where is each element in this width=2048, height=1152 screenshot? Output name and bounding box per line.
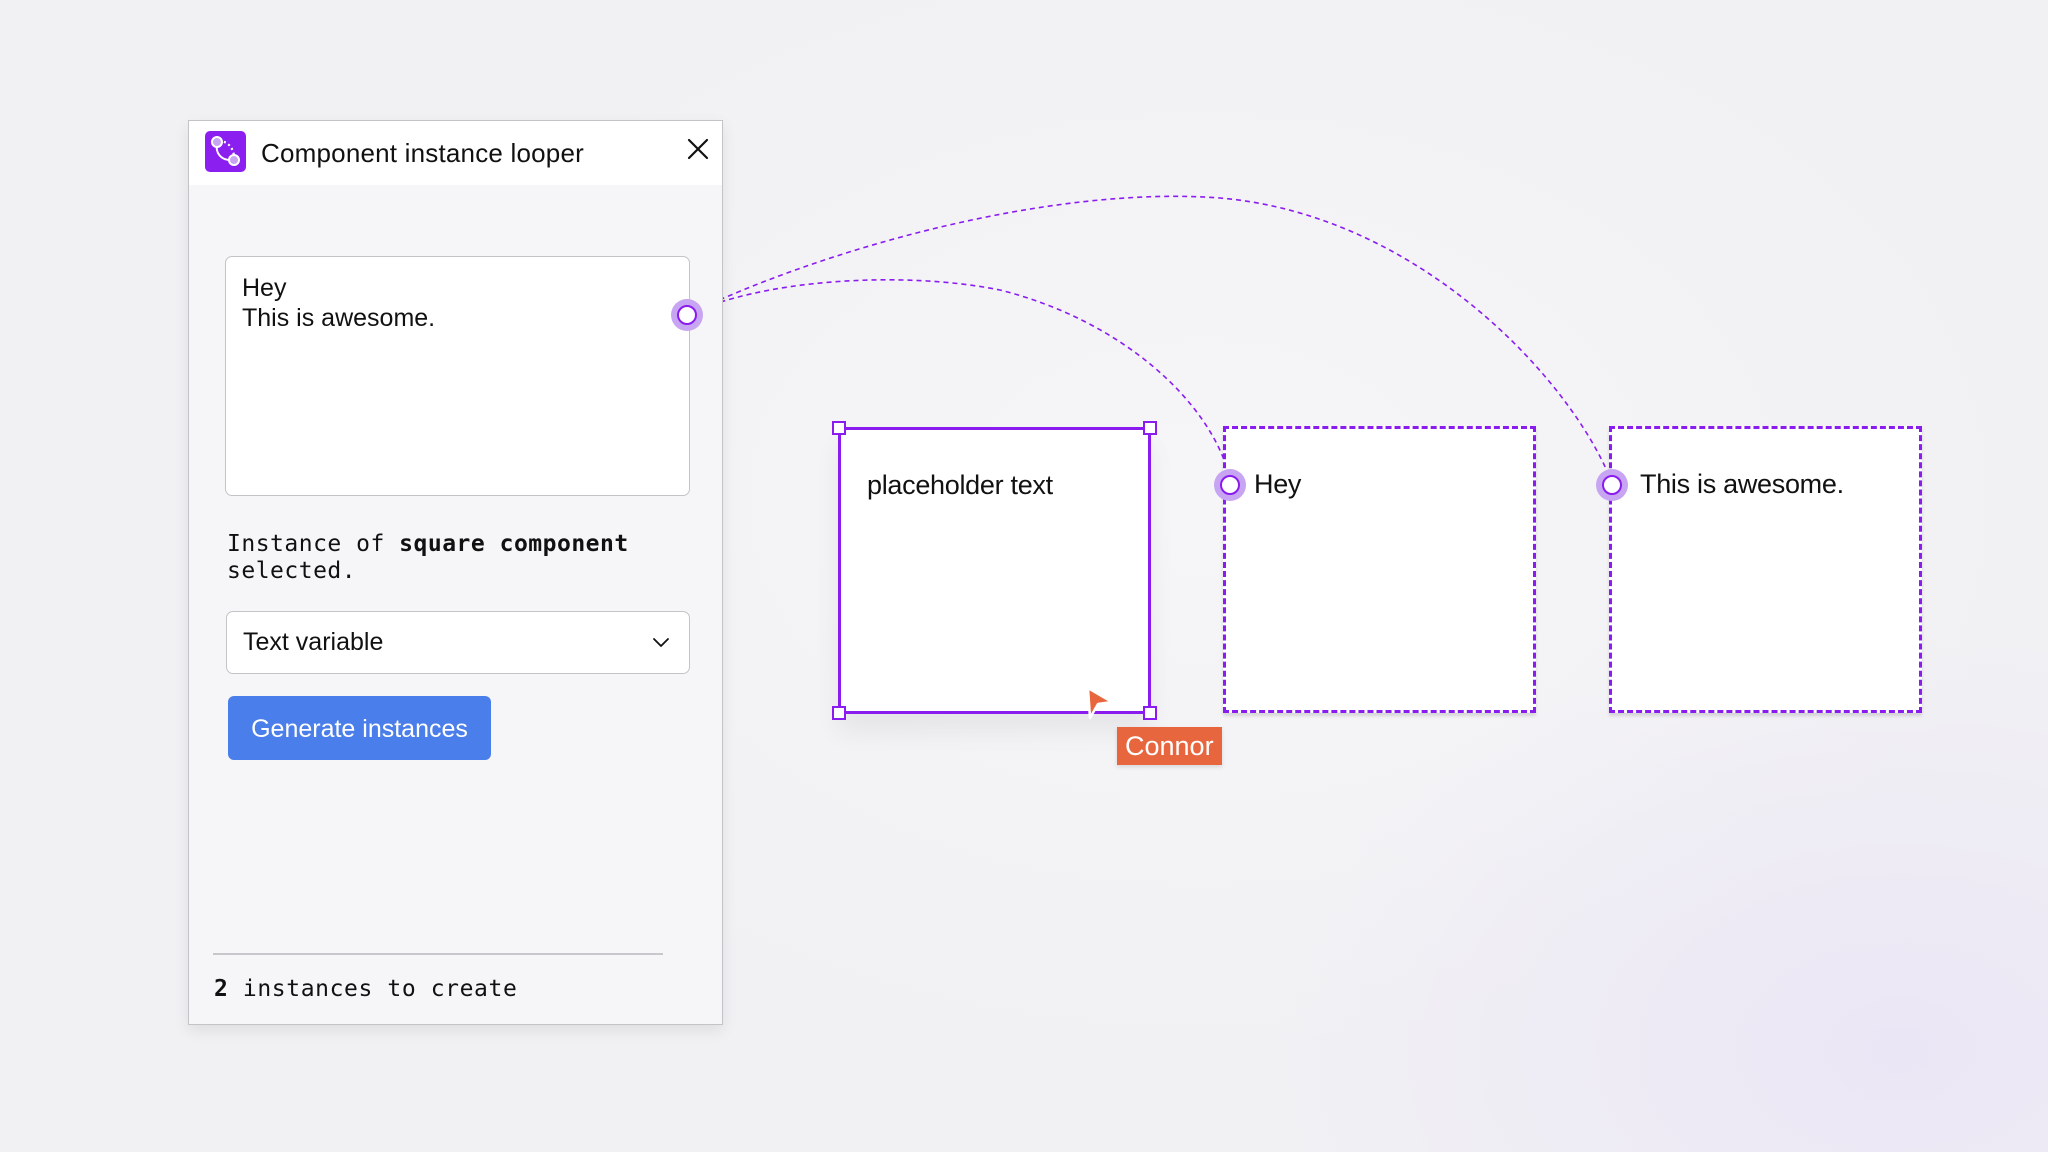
resize-handle-bottom-right[interactable]	[1143, 706, 1157, 720]
select-value: Text variable	[243, 628, 384, 656]
instance-connector-handle[interactable]	[1214, 469, 1246, 501]
footer-divider	[213, 953, 663, 955]
instance-count-status: 2 instances to create	[214, 976, 517, 1002]
close-button[interactable]	[683, 134, 713, 164]
square-text: placeholder text	[867, 470, 1053, 500]
info-component-name: square component	[399, 531, 629, 557]
source-component-square[interactable]: placeholder text	[832, 421, 1157, 720]
info-suffix: selected.	[227, 558, 357, 584]
selection-info: Instance of square component selected.	[227, 531, 687, 585]
collaborator-cursor-icon	[1086, 686, 1114, 720]
plugin-loop-icon	[205, 131, 246, 172]
source-connector-handle[interactable]	[671, 299, 703, 331]
instance-square[interactable]: Hey	[1223, 426, 1536, 713]
instance-connector-handle[interactable]	[1596, 469, 1628, 501]
collaborator-name-label: Connor	[1117, 727, 1222, 765]
panel-header: Component instance looper	[189, 121, 722, 185]
resize-handle-top-right[interactable]	[1143, 421, 1157, 435]
panel-title: Component instance looper	[261, 138, 584, 168]
instance-square[interactable]: This is awesome.	[1609, 426, 1922, 713]
close-icon	[687, 138, 709, 160]
instance-count: 2	[214, 976, 229, 1002]
plugin-panel: Component instance looper Hey This is aw…	[188, 120, 723, 1025]
info-prefix: Instance of	[227, 531, 400, 557]
instance-text: Hey	[1254, 469, 1302, 499]
resize-handle-top-left[interactable]	[832, 421, 846, 435]
text-values-input[interactable]: Hey This is awesome.	[225, 256, 690, 496]
variable-select[interactable]: Text variable	[226, 611, 690, 674]
instance-text: This is awesome.	[1640, 469, 1844, 499]
chevron-down-icon	[653, 638, 669, 647]
resize-handle-bottom-left[interactable]	[832, 706, 846, 720]
instance-count-label: instances to create	[228, 976, 518, 1002]
generate-instances-button[interactable]: Generate instances	[228, 696, 491, 760]
